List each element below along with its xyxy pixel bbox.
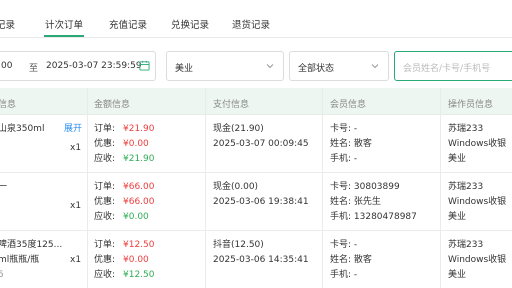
date-end: 2025-03-07 23:59:59 — [46, 61, 142, 71]
date-range-picker[interactable]: 00 至 2025-03-07 23:59:59 — [0, 51, 156, 81]
payment-time: 2025-03-06 19:38:41 — [213, 197, 309, 207]
operator-terminal: Windows收银 — [448, 255, 507, 265]
member-name: 姓名: 张先生 — [330, 197, 381, 207]
order-amount-label: 订单: — [94, 182, 116, 192]
col-header-operator: 操作员信息 — [448, 100, 494, 110]
discount-label: 优惠: — [94, 255, 116, 265]
table-header: 信息 金额信息 支付信息 会员信息 操作员信息 — [0, 88, 512, 115]
date-start: 00 — [1, 61, 13, 71]
table-row[interactable]: 啤酒35度125... ml瓶瓶/瓶 x1 5 订单: ¥12.50 优惠: ¥… — [0, 231, 512, 288]
table-row[interactable]: 一 x1 订单: ¥66.00 优惠: ¥66.00 应收: ¥0.00 现金(… — [0, 173, 512, 231]
member-phone: 手机: - — [330, 154, 358, 164]
receivable-amount: ¥0.00 — [123, 212, 149, 222]
discount-label: 优惠: — [94, 139, 116, 149]
member-search-input[interactable]: 会员姓名/卡号/手机号 — [394, 51, 512, 81]
tab-count-orders[interactable]: 计次订单 — [45, 17, 83, 31]
col-header-member: 会员信息 — [330, 100, 367, 110]
receivable-amount: ¥12.50 — [123, 270, 155, 280]
member-name: 姓名: 散客 — [330, 255, 372, 265]
col-header-payment: 支付信息 — [213, 100, 250, 110]
operator-terminal: Windows收银 — [448, 139, 507, 149]
receivable-label: 应收: — [94, 212, 116, 222]
member-card: 卡号: - — [330, 124, 358, 134]
order-amount-label: 订单: — [94, 240, 116, 250]
table-row[interactable]: 山泉350ml 展开 x1 订单: ¥21.90 优惠: ¥0.00 应收: ¥… — [0, 115, 512, 173]
product-qty: x1 — [70, 143, 82, 153]
order-amount-label: 订单: — [94, 124, 116, 134]
receivable-label: 应收: — [94, 154, 116, 164]
discount-amount: ¥0.00 — [123, 139, 149, 149]
order-amount: ¥21.90 — [123, 124, 155, 134]
receivable-amount: ¥21.90 — [123, 154, 155, 164]
product-name: 一 — [0, 182, 8, 192]
tab-recharge-records[interactable]: 充值记录 — [109, 17, 147, 31]
payment-time: 2025-03-06 14:35:41 — [213, 255, 309, 265]
operator-name: 苏瑞233 — [448, 124, 484, 134]
tab-records[interactable]: 记录 — [0, 17, 15, 31]
member-card: 卡号: - — [330, 240, 358, 250]
product-extra: 5 — [0, 270, 4, 280]
member-phone: 手机: 13280478987 — [330, 212, 417, 222]
operator-name: 苏瑞233 — [448, 182, 484, 192]
product-qty: x1 — [70, 255, 82, 265]
store-select-value: 美业 — [175, 64, 194, 74]
order-amount: ¥66.00 — [123, 182, 155, 192]
record-tabs: 记录 计次订单 充值记录 兑换记录 退货记录 — [0, 0, 512, 38]
operator-store: 美业 — [448, 270, 467, 280]
search-placeholder: 会员姓名/卡号/手机号 — [403, 64, 491, 74]
member-phone: 手机: - — [330, 270, 358, 280]
operator-store: 美业 — [448, 212, 467, 222]
payment-method: 抖音(12.50) — [213, 240, 264, 250]
product-qty: x1 — [70, 201, 82, 211]
member-card: 卡号: 30803899 — [330, 182, 400, 192]
discount-amount: ¥66.00 — [123, 197, 155, 207]
col-header-product: 信息 — [0, 100, 17, 110]
operator-terminal: Windows收银 — [448, 197, 507, 207]
discount-amount: ¥0.00 — [123, 255, 149, 265]
expand-link[interactable]: 展开 — [64, 122, 82, 137]
chevron-down-icon — [371, 64, 379, 69]
status-select-value: 全部状态 — [298, 64, 335, 74]
payment-method: 现金(0.00) — [213, 182, 259, 192]
col-header-amount: 金额信息 — [94, 100, 131, 110]
operator-store: 美业 — [448, 154, 467, 164]
tab-exchange-records[interactable]: 兑换记录 — [171, 17, 209, 31]
payment-method: 现金(21.90) — [213, 124, 264, 134]
status-select[interactable]: 全部状态 — [289, 51, 389, 81]
order-amount: ¥12.50 — [123, 240, 155, 250]
active-tab-indicator — [44, 35, 84, 37]
date-separator: 至 — [29, 64, 39, 74]
receivable-label: 应收: — [94, 270, 116, 280]
product-name: 山泉350ml — [0, 124, 45, 134]
chevron-down-icon — [266, 64, 274, 69]
discount-label: 优惠: — [94, 197, 116, 207]
payment-time: 2025-03-07 00:09:45 — [213, 139, 309, 149]
tab-return-records[interactable]: 退货记录 — [232, 17, 270, 31]
product-spec: ml瓶瓶/瓶 — [0, 255, 40, 265]
calendar-icon[interactable] — [139, 60, 150, 71]
operator-name: 苏瑞233 — [448, 240, 484, 250]
product-name: 啤酒35度125... — [0, 240, 63, 250]
filter-bar: 00 至 2025-03-07 23:59:59 美业 全部状态 会员姓名/卡号… — [0, 48, 512, 84]
member-name: 姓名: 散客 — [330, 139, 372, 149]
store-select[interactable]: 美业 — [166, 51, 284, 81]
